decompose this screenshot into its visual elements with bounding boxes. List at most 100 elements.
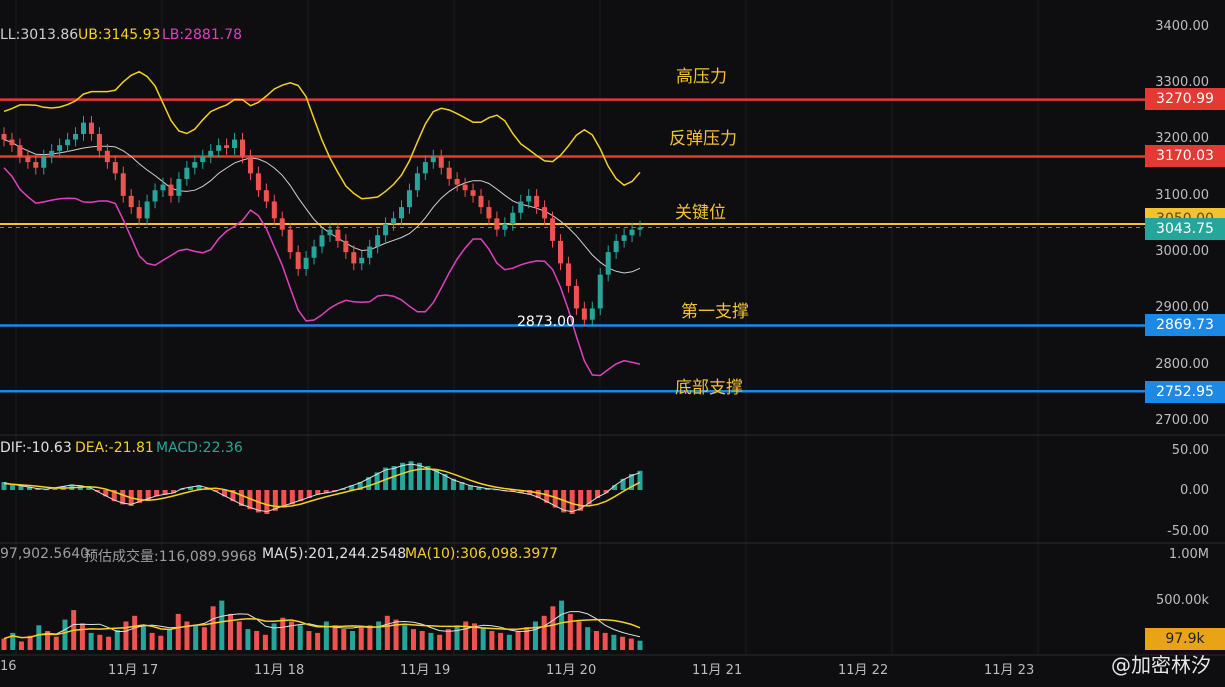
- candle-body: [351, 252, 357, 264]
- candle-body: [73, 133, 79, 140]
- candle-body: [295, 252, 301, 270]
- candle-body: [57, 145, 63, 151]
- high-pressure-label: 高压力: [676, 67, 727, 87]
- candle-body: [88, 122, 94, 134]
- volume-bar: [367, 625, 373, 650]
- volume-bar: [620, 636, 626, 650]
- candle-body: [319, 235, 325, 247]
- candle-body: [558, 240, 563, 264]
- candle-body: [81, 122, 86, 134]
- watermark: @加密林汐: [1111, 653, 1211, 677]
- volume-ma5-readout: MA(5):201,244.2548: [262, 546, 407, 562]
- y-tick: 2800.00: [1155, 357, 1209, 372]
- macd-dif-readout: DIF:-10.63: [0, 440, 72, 456]
- price-tag-rebound-pressure: 3170.03: [1145, 145, 1225, 167]
- volume-bar: [201, 627, 207, 650]
- price-chart[interactable]: [0, 0, 1225, 687]
- macd-histogram-bar: [400, 462, 406, 490]
- volume-bar: [280, 617, 286, 650]
- candle-body: [160, 184, 166, 191]
- candle-body: [152, 190, 158, 202]
- candle-body: [247, 156, 253, 174]
- volume-bar: [532, 621, 538, 650]
- y-tick: 3200.00: [1155, 131, 1209, 146]
- candle-body: [184, 167, 190, 179]
- candle-body: [518, 201, 524, 213]
- volume-bar: [18, 641, 24, 650]
- candle-body: [359, 257, 365, 264]
- volume-bar: [611, 634, 617, 650]
- boll-mid-readout: LL:3013.86: [0, 27, 79, 43]
- volume-bar: [140, 625, 146, 650]
- volume-bar: [97, 634, 103, 650]
- volume-bar: [36, 625, 42, 650]
- price-tag-bottom-support: 2752.95: [1145, 381, 1225, 403]
- candle-body: [422, 162, 428, 174]
- candle-body: [112, 162, 118, 174]
- volume-bar: [445, 629, 451, 650]
- candle-body: [454, 178, 460, 185]
- volume-bar: [506, 634, 512, 650]
- volume-tick: 1.00M: [1168, 547, 1209, 562]
- candle-body: [232, 139, 238, 149]
- candle-body: [96, 133, 102, 151]
- volume-bar: [559, 600, 565, 650]
- volume-bar: [602, 632, 608, 650]
- volume-bar: [123, 621, 129, 650]
- x-tick: 11月 20: [546, 663, 597, 678]
- volume-bar: [567, 613, 573, 650]
- candle-body: [41, 156, 47, 168]
- volume-bar: [541, 615, 547, 650]
- candle-body: [406, 190, 412, 208]
- volume-bar: [550, 606, 556, 650]
- candle-body: [1, 133, 7, 140]
- candle-body: [605, 252, 611, 275]
- candle-body: [144, 201, 150, 219]
- candle-body: [446, 167, 452, 179]
- candle-body: [534, 195, 540, 208]
- candle-body: [399, 207, 404, 219]
- candle-body: [335, 229, 341, 241]
- volume-tick: 500.00k: [1155, 593, 1209, 608]
- volume-bar: [219, 600, 225, 650]
- volume-bar: [228, 613, 234, 650]
- candle-body: [49, 150, 55, 157]
- candle-body: [263, 190, 269, 202]
- macd-value-readout: MACD:22.36: [156, 440, 243, 456]
- candle-body: [597, 274, 603, 309]
- candle-body: [589, 308, 595, 320]
- volume-bar: [349, 631, 355, 650]
- macd-histogram-bar: [391, 466, 397, 490]
- y-tick: 3400.00: [1155, 19, 1209, 34]
- bottom-support-label: 底部支撑: [675, 378, 743, 398]
- volume-bar: [79, 623, 85, 650]
- volume-bar: [53, 636, 59, 650]
- candle-body: [327, 229, 333, 236]
- candle-body: [216, 145, 222, 151]
- price-tag-high-pressure: 3270.99: [1145, 88, 1225, 110]
- volume-bar: [358, 627, 364, 650]
- candle-body: [494, 218, 500, 230]
- candle-body: [565, 263, 571, 286]
- candle-body: [176, 178, 182, 196]
- x-tick: 11月 22: [838, 663, 889, 678]
- candle-body: [573, 285, 579, 309]
- y-tick: 2900.00: [1155, 300, 1209, 315]
- volume-bar: [637, 640, 643, 650]
- macd-histogram-bar: [417, 462, 423, 490]
- candle-body: [136, 207, 142, 219]
- candle-body: [104, 150, 110, 163]
- volume-bar: [88, 632, 94, 650]
- volume-bar: [402, 625, 408, 650]
- candle-body: [17, 145, 23, 157]
- volume-tag-current: 97.9k: [1145, 628, 1225, 650]
- candle-body: [581, 308, 587, 320]
- volume-bar: [193, 625, 199, 650]
- volume-bar: [114, 630, 120, 650]
- volume-bar: [489, 631, 495, 650]
- candle-body: [367, 246, 373, 258]
- candle-body: [200, 156, 206, 163]
- volume-bar: [585, 627, 591, 650]
- candle-body: [462, 184, 468, 191]
- volume-bar: [454, 625, 460, 650]
